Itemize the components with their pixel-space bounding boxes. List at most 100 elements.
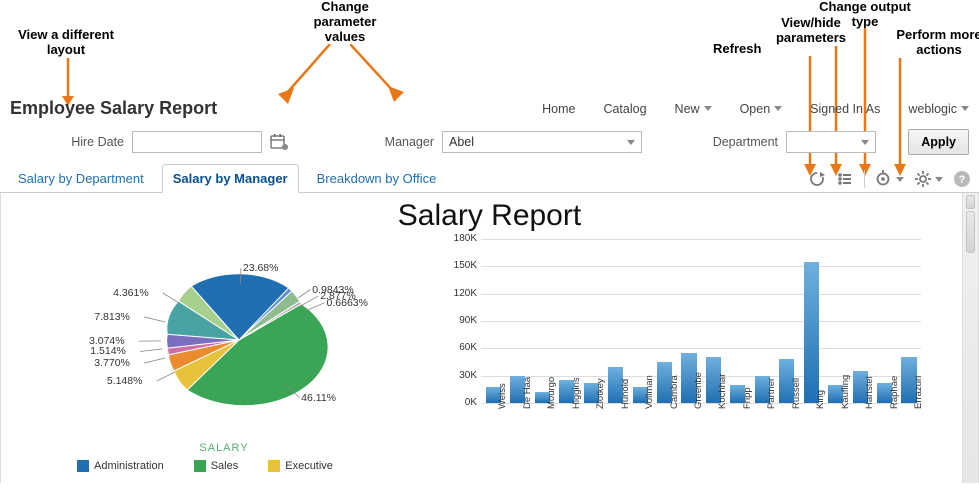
tab-salary-department[interactable]: Salary by Department [8,165,154,192]
bar-chart: 0K30K60K90K120K150K180KWeissDe HaaMourgo… [439,235,970,472]
chevron-down-icon [935,177,943,182]
chevron-down-icon [961,106,969,111]
x-tick-label: Fripp [742,387,753,409]
department-select[interactable] [786,131,876,153]
y-tick-label: 150K [445,260,477,271]
pie-slice-label: 3.074% [89,335,125,347]
chevron-down-icon [774,106,782,111]
x-tick-label: Errazuri [913,376,924,409]
gridline [481,266,921,267]
gridline [481,239,921,240]
pie-slice-label: 5.148% [107,375,143,387]
parameter-row: Hire Date Manager Abel Department Apply [0,119,979,163]
x-tick-label: Higgins [571,377,582,409]
y-tick-label: 0K [445,397,477,408]
pie-slice-label: 3.770% [94,357,130,369]
swatch-icon [194,460,206,472]
x-tick-label: Cambra [669,375,680,409]
parameters-icon[interactable] [836,170,854,188]
hire-date-label: Hire Date [54,135,124,149]
manager-value: Abel [449,135,627,149]
header-row: Employee Salary Report Home Catalog New … [0,92,979,119]
nav-new-label: New [675,102,700,116]
y-tick-label: 60K [445,342,477,353]
pie-slice-label: 4.361% [113,287,149,299]
tabs-row: Salary by Department Salary by Manager B… [0,163,979,193]
chevron-down-icon [627,140,635,145]
manager-label: Manager [364,135,434,149]
x-tick-label: King [815,390,826,409]
top-nav: Home Catalog New Open Signed In As weblo… [542,102,969,116]
pie-slice-label: 46.11% [301,392,336,404]
legend-item-admin: Administration [77,460,164,472]
refresh-icon[interactable] [808,170,826,188]
y-tick-label: 180K [445,233,477,244]
nav-open[interactable]: Open [740,102,783,116]
app-window: Employee Salary Report Home Catalog New … [0,92,979,483]
y-tick-label: 90K [445,315,477,326]
gridline [481,348,921,349]
nav-signed-label: Signed In As [810,102,880,116]
x-tick-label: Zlotkey [595,378,606,409]
legend-item-sales: Sales [194,460,239,472]
pie-slice-label: 23.68% [243,262,279,274]
x-tick-label: Kaufling [840,375,851,409]
x-tick-label: Hartstel [864,376,875,409]
chevron-down-icon [704,106,712,111]
nav-home[interactable]: Home [542,102,575,116]
x-tick-label: Mourgo [546,377,557,409]
chevron-down-icon [861,140,869,145]
legend-label: Sales [211,460,239,472]
pie-slice-label: 1.514% [90,345,126,357]
nav-catalog-label: Catalog [603,102,646,116]
nav-user[interactable]: weblogic [908,102,969,116]
gridline [481,321,921,322]
calendar-icon[interactable] [270,133,288,151]
annotation-layer: View a different layout Change parameter… [0,0,979,92]
pie-chart: SALARY Administration Sales Executive 46… [9,235,439,472]
swatch-icon [268,460,280,472]
separator [864,170,865,188]
x-tick-label: Raphae [889,376,900,409]
output-type-icon[interactable] [875,170,904,188]
chevron-down-icon [896,177,904,182]
report-title: Salary Report [1,193,978,235]
svg-text:?: ? [959,174,966,186]
anno-output: Change output type [810,0,920,30]
help-icon[interactable]: ? [953,170,971,188]
pie-axis-label: SALARY [9,442,439,454]
x-tick-label: Vollman [644,375,655,409]
report-pane: Salary Report SALARY Administration Sale… [0,193,979,483]
tab-breakdown-office[interactable]: Breakdown by Office [307,165,447,192]
nav-new[interactable]: New [675,102,712,116]
anno-layout: View a different layout [6,28,126,58]
pie-slice-label: 0.6663% [327,297,368,309]
y-tick-label: 120K [445,288,477,299]
page-title: Employee Salary Report [10,98,217,119]
anno-refresh: Refresh [713,42,761,57]
swatch-icon [77,460,89,472]
gear-icon[interactable] [914,170,943,188]
nav-home-label: Home [542,102,575,116]
pie-legend: Administration Sales Executive [9,460,439,472]
nav-user-label: weblogic [908,102,957,116]
legend-label: Executive [285,460,333,472]
nav-signed-in: Signed In As [810,102,880,116]
legend-label: Administration [94,460,164,472]
x-tick-label: Russell [791,378,802,409]
manager-select[interactable]: Abel [442,131,642,153]
nav-catalog[interactable]: Catalog [603,102,646,116]
bar [804,262,819,403]
anno-actions: Perform more actions [894,28,979,58]
x-tick-label: De Haa [522,377,533,409]
y-tick-label: 30K [445,370,477,381]
report-body: SALARY Administration Sales Executive 46… [1,235,978,472]
department-label: Department [698,135,778,149]
x-tick-label: Hunold [620,379,631,409]
apply-button[interactable]: Apply [908,129,969,155]
tab-salary-manager[interactable]: Salary by Manager [162,164,299,193]
x-tick-label: Partner [766,378,777,409]
x-tick-label: Greenbe [693,372,704,409]
report-toolbar: ? [808,170,971,192]
hire-date-input[interactable] [132,131,262,153]
